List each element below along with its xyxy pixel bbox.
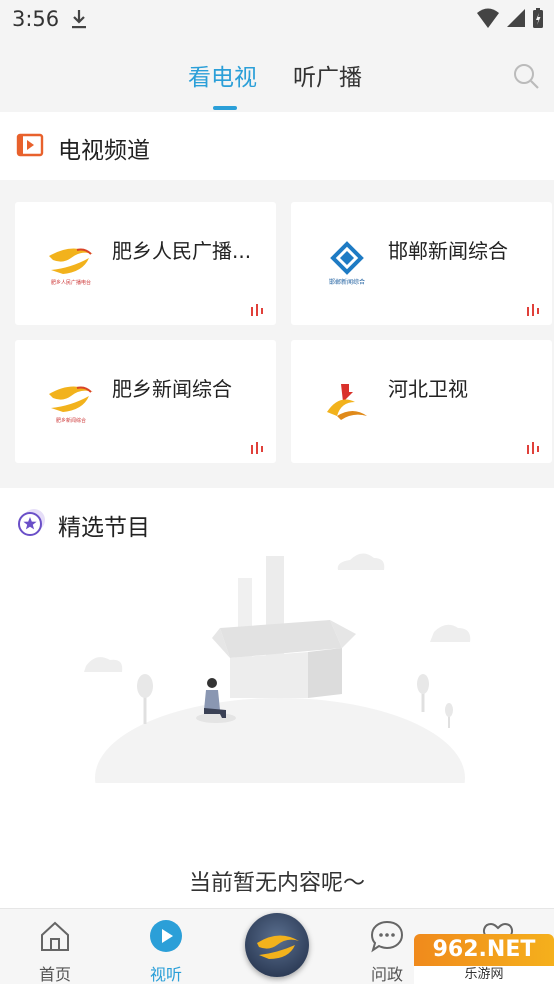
top-tabs: 看电视 听广播 — [0, 40, 554, 112]
handan-logo-icon: 邯郸新闻综合 — [329, 241, 365, 286]
nav-watch[interactable]: 视听 — [111, 909, 221, 984]
channel-card[interactable]: 肥乡新闻综合 肥乡新闻综合 — [15, 340, 276, 463]
channel-name: 肥乡新闻综合 — [112, 377, 232, 401]
hebei-logo-icon — [327, 384, 367, 420]
channel-grid: 肥乡人民广播电台 肥乡人民广播... 邯郸新闻综合 邯郸新闻综合 肥乡新闻综合 … — [0, 186, 554, 482]
channel-card[interactable]: 肥乡人民广播电台 肥乡人民广播... — [15, 202, 276, 325]
battery-icon — [533, 8, 543, 28]
svg-text:肥乡人民广播电台: 肥乡人民广播电台 — [51, 279, 91, 286]
status-time: 3:56 — [12, 7, 60, 31]
tv-channels-header: 电视频道 — [0, 112, 554, 180]
search-icon[interactable] — [512, 62, 540, 90]
live-audio-bars-icon — [251, 442, 263, 454]
svg-text:邯郸新闻综合: 邯郸新闻综合 — [329, 278, 365, 286]
watermark-logo: 962.NET 乐游网 — [414, 934, 554, 984]
tv-play-icon — [16, 133, 44, 157]
channel-name: 河北卫视 — [388, 377, 468, 401]
chat-bubble-icon — [370, 920, 404, 953]
featured-section: 精选节目 当前暂无内容呢～ — [0, 488, 554, 908]
status-bar: 3:56 — [0, 0, 554, 40]
download-icon — [72, 10, 86, 29]
channel-card[interactable]: 河北卫视 — [291, 340, 552, 463]
wifi-icon — [477, 8, 499, 28]
tv-channels-title: 电视频道 — [58, 138, 150, 164]
tab-watch-tv[interactable]: 看电视 — [188, 58, 257, 92]
svg-text:肥乡新闻综合: 肥乡新闻综合 — [56, 417, 86, 424]
star-badge-icon — [18, 509, 45, 536]
center-logo-button[interactable] — [245, 913, 309, 977]
feixiang-logo-icon: 肥乡人民广播电台 — [49, 248, 93, 286]
nav-home[interactable]: 首页 — [0, 909, 110, 984]
watermark-sub-text: 乐游网 — [414, 966, 554, 984]
active-tab-indicator — [213, 106, 237, 110]
live-audio-bars-icon — [527, 304, 539, 316]
home-icon — [41, 921, 69, 951]
channel-name: 肥乡人民广播... — [112, 239, 252, 263]
nav-watch-label: 视听 — [149, 965, 182, 984]
tab-listen-radio[interactable]: 听广播 — [293, 58, 362, 92]
live-audio-bars-icon — [251, 304, 263, 316]
play-circle-icon — [150, 920, 182, 952]
feixiang-logo-icon: 肥乡新闻综合 — [49, 386, 93, 424]
nav-home-label: 首页 — [38, 965, 71, 984]
live-audio-bars-icon — [527, 442, 539, 454]
featured-title: 精选节目 — [58, 515, 150, 541]
empty-state-text: 当前暂无内容呢～ — [188, 871, 365, 896]
empty-state-illustration — [80, 553, 480, 838]
app-logo-icon — [257, 935, 299, 959]
watermark-main-text: 962.NET — [414, 934, 554, 966]
channel-card[interactable]: 邯郸新闻综合 邯郸新闻综合 — [291, 202, 552, 325]
channel-name: 邯郸新闻综合 — [388, 239, 508, 263]
cell-signal-icon — [507, 9, 525, 27]
status-icons — [476, 7, 544, 29]
